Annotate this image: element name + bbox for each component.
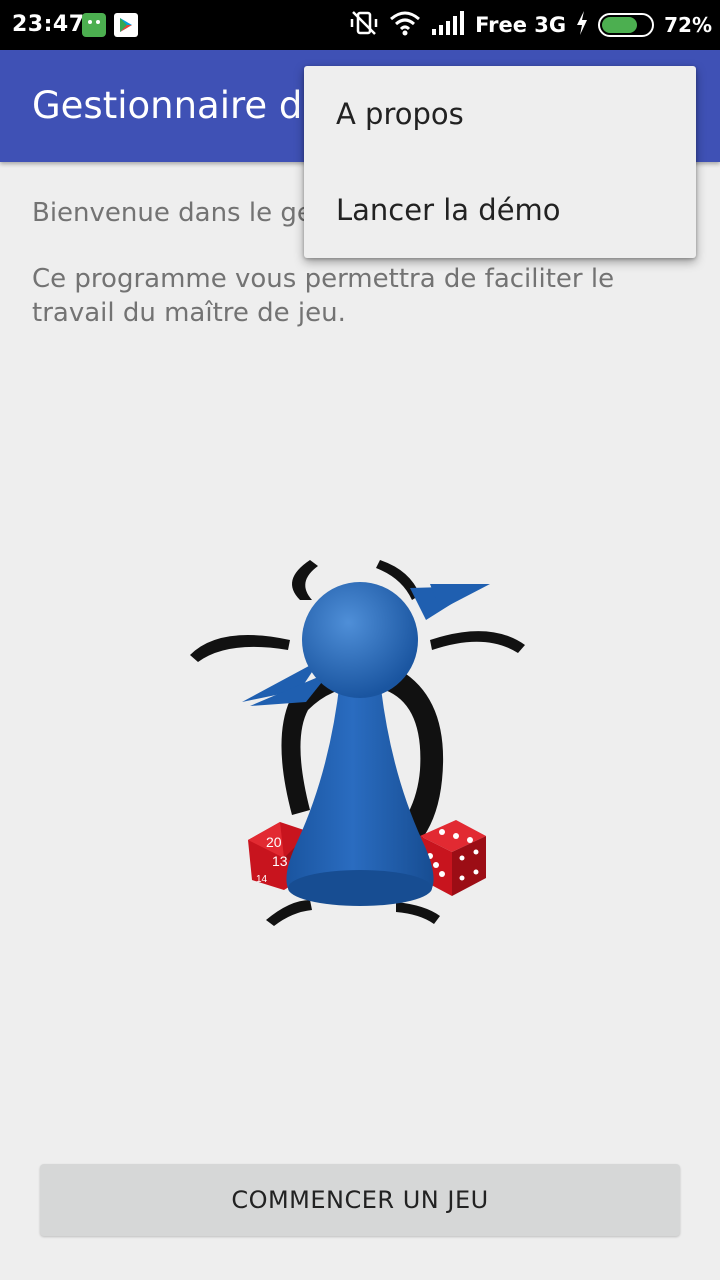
charging-icon <box>576 11 588 39</box>
wifi-icon <box>389 10 421 40</box>
overflow-menu: A propos Lancer la démo <box>304 66 696 258</box>
start-game-button[interactable]: COMMENCER UN JEU <box>40 1164 680 1236</box>
pawn-icon <box>286 582 434 906</box>
battery-percent: 72% <box>664 13 712 37</box>
menu-item-launch-demo[interactable]: Lancer la démo <box>304 162 696 258</box>
d20-top-face-label: 20 <box>266 834 282 850</box>
android-notification-icon <box>82 13 106 37</box>
battery-level <box>602 17 637 33</box>
signal-icon <box>431 11 465 39</box>
carrier-name: Free 3G <box>475 13 567 37</box>
app-logo: 20 13 14 <box>180 540 540 940</box>
logo-illustration: 20 13 14 <box>190 560 525 926</box>
status-bar: 23:47 Free 3G 72% <box>0 0 720 50</box>
d20-side-face-label: 14 <box>256 874 268 885</box>
vibrate-off-icon <box>349 8 379 42</box>
d20-front-face-label: 13 <box>272 853 288 869</box>
description-text: Ce programme vous permettra de faciliter… <box>32 264 615 328</box>
play-store-icon <box>114 13 138 37</box>
battery-icon <box>598 13 655 37</box>
status-time: 23:47 <box>12 12 85 37</box>
menu-item-about[interactable]: A propos <box>304 66 696 162</box>
